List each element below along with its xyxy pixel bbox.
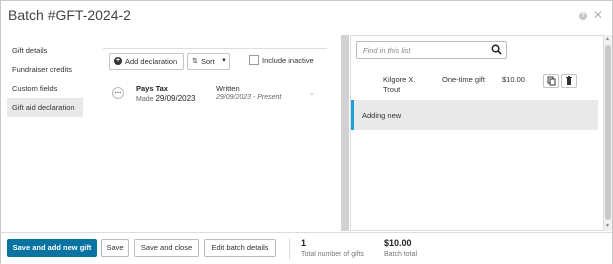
declaration-made: Made 29/09/2023 <box>136 94 196 103</box>
copy-icon <box>547 76 556 86</box>
sort-dropdown[interactable]: ⇅ Sort ▼ <box>187 53 230 70</box>
save-and-close-button[interactable]: Save and close <box>134 239 199 257</box>
dialog-header: Batch #GFT-2024-2 ? ✕ <box>1 1 612 31</box>
sort-label: Sort <box>201 57 215 66</box>
delete-gift-button[interactable] <box>561 74 577 88</box>
gift-type: One-time gift <box>442 75 485 84</box>
save-button[interactable]: Save <box>101 239 129 257</box>
chevron-down-icon[interactable]: ⌄ <box>309 89 315 97</box>
declaration-range-text: 29/09/2023 - Present <box>216 94 282 101</box>
gifts-list-panel: Find in this list Kilgore X. Trout One-t… <box>350 35 604 231</box>
sort-icon: ⇅ <box>192 58 198 65</box>
declarations-panel: + Add declaration ⇅ Sort ▼ Include inact… <box>103 48 327 228</box>
include-inactive-label: Include inactive <box>262 56 314 65</box>
search-icon[interactable] <box>491 44 502 55</box>
trash-icon <box>566 76 572 85</box>
batch-total-label: Batch total <box>384 251 418 258</box>
gift-amount: $10.00 <box>502 75 525 84</box>
plus-icon: + <box>114 57 122 65</box>
sidebar-item-gift-details[interactable]: Gift details <box>7 41 83 60</box>
batch-dialog: Batch #GFT-2024-2 ? ✕ Gift details Fundr… <box>0 0 613 264</box>
made-prefix: Made <box>136 96 154 103</box>
scrollbar-thumb[interactable] <box>605 45 611 220</box>
add-declaration-label: Add declaration <box>125 57 178 66</box>
footer-divider <box>289 238 290 260</box>
search-input[interactable]: Find in this list <box>356 41 507 59</box>
adding-new-row[interactable]: Adding new <box>351 100 598 130</box>
sidebar-item-gift-aid-declaration[interactable]: Gift aid declaration <box>7 98 83 117</box>
scroll-up-icon[interactable]: ▲ <box>605 36 610 42</box>
declaration-row[interactable]: … Pays Tax Made 29/09/2023 Written 29/09… <box>109 82 321 108</box>
sidebar-nav: Gift details Fundraiser credits Custom f… <box>7 41 83 117</box>
gift-count-label: Total number of gifts <box>301 251 365 258</box>
dialog-footer: Save and add new gift Save Save and clos… <box>1 232 612 264</box>
gift-count-value: 1 <box>301 238 307 248</box>
declaration-title: Pays Tax <box>136 84 168 93</box>
save-and-add-new-gift-button[interactable]: Save and add new gift <box>7 239 97 257</box>
made-date: 29/09/2023 <box>155 94 196 103</box>
scroll-down-icon[interactable]: ▼ <box>605 223 610 229</box>
sidebar-item-fundraiser-credits[interactable]: Fundraiser credits <box>7 60 83 79</box>
sidebar-item-custom-fields[interactable]: Custom fields <box>7 79 83 98</box>
add-declaration-button[interactable]: + Add declaration <box>109 53 184 70</box>
caret-down-icon: ▼ <box>221 58 227 64</box>
more-actions-icon[interactable]: … <box>112 87 124 99</box>
batch-total-value: $10.00 <box>384 238 412 248</box>
close-icon[interactable]: ✕ <box>593 8 603 22</box>
search-placeholder: Find in this list <box>363 46 411 55</box>
include-inactive-checkbox[interactable] <box>249 55 259 65</box>
copy-gift-button[interactable] <box>543 74 559 88</box>
edit-batch-details-button[interactable]: Edit batch details <box>204 239 276 257</box>
dialog-title: Batch #GFT-2024-2 <box>8 7 131 23</box>
declaration-range: 29/09/2023 - Present <box>216 94 281 101</box>
declaration-type: Written <box>216 84 240 93</box>
gift-row[interactable]: Kilgore X. Trout One-time gift $10.00 <box>351 72 603 98</box>
help-icon[interactable]: ? <box>579 12 587 20</box>
panel-divider-scrollbar[interactable] <box>341 35 349 231</box>
adding-new-label: Adding new <box>362 111 402 120</box>
right-scrollbar[interactable]: ▲ ▼ <box>604 35 612 231</box>
gift-donor: Kilgore X. Trout <box>383 75 416 94</box>
